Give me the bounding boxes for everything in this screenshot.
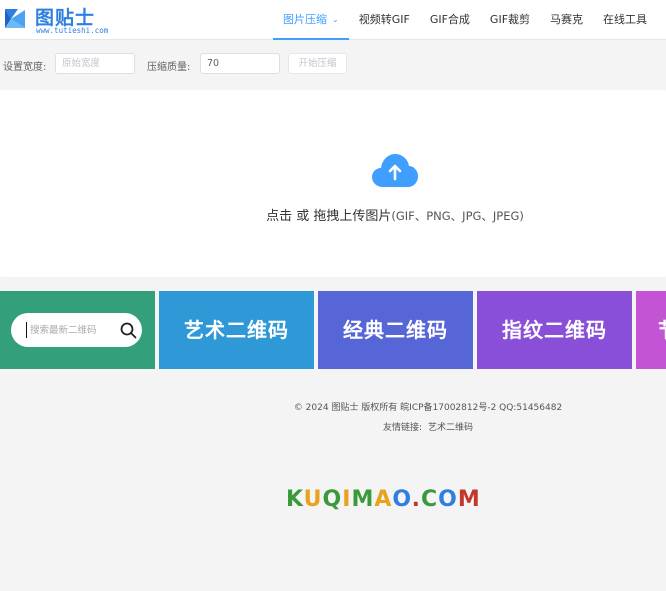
text-cursor <box>26 322 27 338</box>
nav-mosaic[interactable]: 马赛克 <box>540 0 593 40</box>
kuaimao-letter: O <box>392 487 412 512</box>
nav-online-tools[interactable]: 在线工具 <box>593 0 657 40</box>
chevron-down-icon: ⌄ <box>332 15 339 24</box>
kuaimao-logo[interactable]: KUQIMAO.COM <box>286 487 481 512</box>
site-logo[interactable]: 图贴士 www.tutieshi.com <box>2 4 122 36</box>
nav-label: GIF裁剪 <box>489 13 531 26</box>
main-nav: 图片压缩 ⌄ 视频转GIF GIF合成 GIF裁剪 马赛克 在线工具 <box>273 0 657 40</box>
upload-dropzone[interactable]: 点击 或 拖拽上传图片(GIF、PNG、JPG、JPEG) <box>0 90 666 277</box>
qr-banner: 艺术二维码 经典二维码 指纹二维码 节 <box>0 291 666 369</box>
kuaimao-letter: U <box>303 487 323 512</box>
friend-links-label: 友情链接: <box>382 423 423 433</box>
nav-gif-compose[interactable]: GIF合成 <box>420 0 480 40</box>
festival-qr-tile[interactable]: 节 <box>636 291 666 369</box>
art-qr-tile[interactable]: 艺术二维码 <box>159 291 314 369</box>
quality-input[interactable] <box>200 53 280 74</box>
nav-label: GIF合成 <box>429 13 470 26</box>
width-label: 设置宽度: <box>3 62 47 73</box>
kuaimao-letter: Q <box>322 487 343 512</box>
nav-gif-crop[interactable]: GIF裁剪 <box>480 0 540 40</box>
search-box <box>11 313 142 347</box>
copyright-text: © 2024 图贴士 版权所有 皖ICP备17002812号-2 QQ:5145… <box>293 403 563 413</box>
logo-icon <box>5 9 25 28</box>
top-navbar: 图贴士 www.tutieshi.com 图片压缩 ⌄ 视频转GIF GIF合成 … <box>0 0 666 40</box>
width-input[interactable] <box>55 53 135 74</box>
nav-video-to-gif[interactable]: 视频转GIF <box>349 0 420 40</box>
kuaimao-letter: K <box>286 487 304 512</box>
cloud-upload-icon <box>372 154 418 187</box>
settings-bar: 设置宽度: 压缩质量: 开始压缩 <box>0 40 666 90</box>
nav-label: 视频转GIF <box>358 13 410 26</box>
upload-formats: (GIF、PNG、JPG、JPEG) <box>391 209 524 223</box>
kuaimao-letter: O <box>438 487 458 512</box>
kuaimao-letter: C <box>420 487 439 512</box>
upload-hint: 点击 或 拖拽上传图片(GIF、PNG、JPG、JPEG) <box>0 205 666 224</box>
logo-url: www.tutieshi.com <box>36 26 109 35</box>
quality-label: 压缩质量: <box>147 62 191 73</box>
fingerprint-qr-tile[interactable]: 指纹二维码 <box>477 291 632 369</box>
nav-label: 图片压缩 <box>283 13 327 26</box>
kuaimao-letter: M <box>457 487 481 512</box>
nav-image-compress[interactable]: 图片压缩 ⌄ <box>273 0 349 40</box>
friend-link-art-qr[interactable]: 艺术二维码 <box>428 423 473 433</box>
nav-label: 马赛克 <box>550 13 584 26</box>
upload-instruction: 点击 或 拖拽上传图片 <box>266 209 392 224</box>
kuaimao-letter: A <box>374 487 393 512</box>
start-compress-button[interactable]: 开始压缩 <box>288 53 347 74</box>
friend-links: 友情链接: 艺术二维码 <box>0 420 666 433</box>
nav-label: 在线工具 <box>603 13 648 26</box>
classic-qr-tile[interactable]: 经典二维码 <box>318 291 473 369</box>
kuaimao-letter: M <box>351 487 375 512</box>
search-icon[interactable] <box>120 322 137 339</box>
kuaimao-letter: . <box>411 487 421 512</box>
search-tile <box>0 291 155 369</box>
search-input[interactable] <box>30 321 120 339</box>
